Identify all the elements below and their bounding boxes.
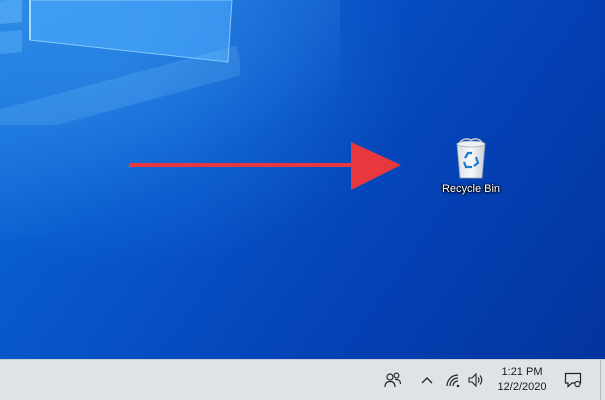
recycle-bin-icon xyxy=(456,138,486,179)
annotation-arrow xyxy=(129,142,401,190)
network-button[interactable] xyxy=(442,360,464,400)
volume-button[interactable] xyxy=(465,360,487,400)
wifi-icon xyxy=(446,374,460,387)
arrow-head xyxy=(351,142,401,190)
desktop-icon-recycle-bin[interactable]: Recycle Bin xyxy=(432,136,510,195)
show-desktop-button[interactable] xyxy=(600,360,605,400)
action-center-button[interactable] xyxy=(560,360,586,400)
taskbar-clock[interactable]: 1:21 PM 12/2/2020 xyxy=(487,360,557,400)
clock-date: 12/2/2020 xyxy=(497,381,547,393)
clock-time: 1:21 PM xyxy=(501,366,543,378)
people-button[interactable] xyxy=(378,360,408,400)
windows-logo-wallpaper xyxy=(0,0,240,125)
recycle-bin-label: Recycle Bin xyxy=(441,183,501,195)
show-hidden-icons-button[interactable] xyxy=(416,360,438,400)
volume-icon xyxy=(467,373,482,387)
action-center-icon xyxy=(564,372,582,388)
people-icon xyxy=(384,372,402,388)
desktop[interactable]: Recycle Bin xyxy=(0,0,605,359)
chevron-up-icon xyxy=(421,377,433,384)
taskbar[interactable]: 1:21 PM 12/2/2020 xyxy=(0,359,605,400)
